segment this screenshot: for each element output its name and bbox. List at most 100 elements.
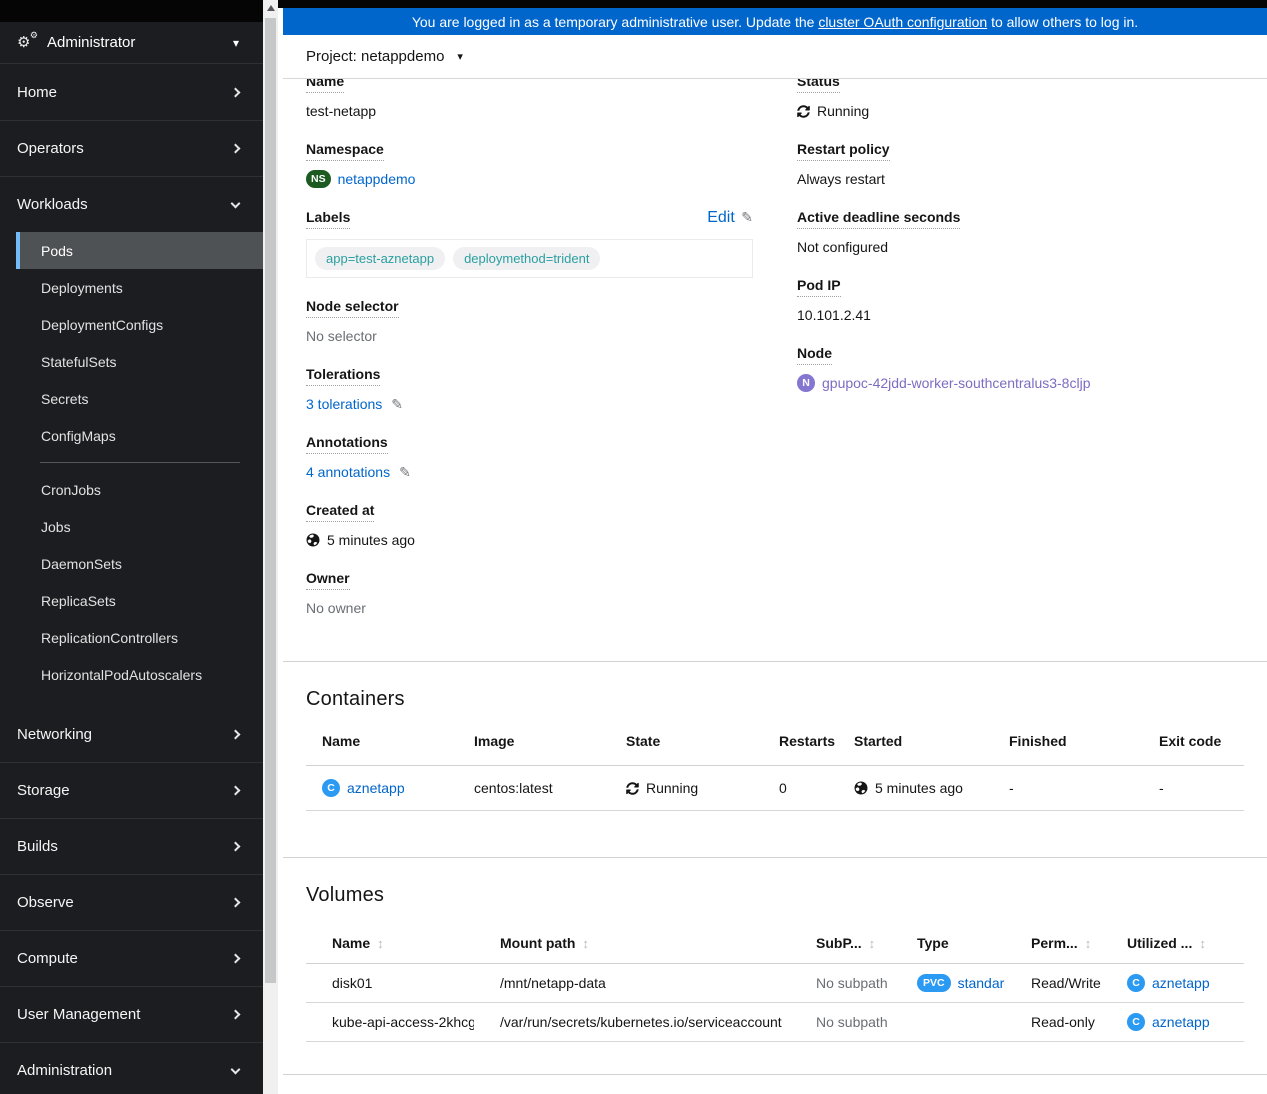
field-node-selector: Node selector No selector: [306, 298, 753, 346]
globe-icon: [306, 533, 320, 547]
node-label: Node: [797, 345, 832, 365]
status-value: Running: [817, 103, 870, 119]
sidebar-item-home[interactable]: Home: [0, 64, 263, 120]
col-permissions[interactable]: Perm... ↕: [1005, 925, 1101, 964]
sidebar-item-pods[interactable]: Pods: [16, 232, 263, 269]
details-right-column: Status Running Restart policy Always res…: [797, 73, 1244, 638]
field-active-deadline: Active deadline seconds Not configured: [797, 209, 1244, 257]
label-chip[interactable]: app=test-aznetapp: [315, 247, 446, 270]
openshift-console: ⚙ ⚙ Administrator ▾ Home Operators Worklo…: [0, 0, 1267, 1094]
annotations-link[interactable]: 4 annotations: [306, 462, 390, 482]
col-volume-name[interactable]: Name ↕: [306, 925, 474, 964]
label-chip[interactable]: deploymethod=trident: [453, 247, 601, 270]
sidebar-item-storage[interactable]: Storage: [0, 762, 263, 818]
containers-table: Name Image State Restarts Started Finish…: [306, 721, 1244, 811]
col-image: Image: [458, 721, 610, 766]
sort-icon[interactable]: ↕: [377, 936, 384, 951]
node-selector-label: Node selector: [306, 298, 399, 318]
sidebar-item-compute[interactable]: Compute: [0, 930, 263, 986]
sidebar-item-workloads[interactable]: Workloads: [0, 176, 263, 232]
volume-name: disk01: [306, 963, 474, 1003]
sidebar-item-replicationcontrollers[interactable]: ReplicationControllers: [0, 619, 263, 656]
node-selector-value: No selector: [306, 328, 377, 344]
scrollbar-thumb[interactable]: [265, 18, 276, 983]
sort-icon[interactable]: ↕: [582, 936, 589, 951]
container-link[interactable]: aznetapp: [1152, 1014, 1210, 1030]
sort-icon[interactable]: ↕: [1085, 936, 1092, 951]
col-started: Started: [838, 721, 993, 766]
chevron-right-icon: [230, 1009, 241, 1020]
node-badge: N: [797, 374, 815, 392]
pencil-icon[interactable]: ✎: [741, 209, 753, 225]
sidebar-item-replicasets[interactable]: ReplicaSets: [0, 582, 263, 619]
col-name: Name: [306, 721, 458, 766]
sync-icon: [797, 104, 810, 118]
sort-icon[interactable]: ↕: [869, 936, 876, 951]
pvc-badge: PVC: [917, 974, 951, 992]
col-finished: Finished: [993, 721, 1143, 766]
chevron-right-icon: [230, 87, 241, 97]
sidebar-item-deploymentconfigs[interactable]: DeploymentConfigs: [0, 306, 263, 343]
sort-icon[interactable]: ↕: [1199, 936, 1206, 951]
details-left-column: Name test-netapp Namespace NS netappdemo…: [306, 73, 753, 638]
node-link[interactable]: gpupoc-42jdd-worker-southcentralus3-8clj…: [822, 373, 1090, 393]
volume-row: kube-api-access-2khcg /var/run/secrets/k…: [306, 1002, 1244, 1042]
login-banner: You are logged in as a temporary adminis…: [283, 8, 1267, 35]
volume-mount-path: /mnt/netapp-data: [474, 963, 790, 1003]
labels-edit-button[interactable]: Edit: [707, 209, 735, 226]
oauth-config-link[interactable]: cluster OAuth configuration: [818, 14, 987, 30]
sidebar-top-strip: [0, 0, 263, 22]
field-tolerations: Tolerations 3 tolerations ✎: [306, 366, 753, 414]
col-restarts: Restarts: [763, 721, 838, 766]
pvc-link[interactable]: standard: [958, 975, 1005, 991]
container-link[interactable]: aznetapp: [1152, 975, 1210, 991]
field-pod-ip: Pod IP 10.101.2.41: [797, 277, 1244, 325]
container-image: centos:latest: [458, 765, 610, 811]
sidebar-item-statefulsets[interactable]: StatefulSets: [0, 343, 263, 380]
sidebar-item-administration[interactable]: Administration: [0, 1042, 263, 1094]
sidebar-item-cronjobs[interactable]: CronJobs: [0, 471, 263, 508]
chevron-right-icon: [230, 953, 241, 964]
sidebar-item-horizontalpodautoscalers[interactable]: HorizontalPodAutoscalers: [0, 656, 263, 693]
sidebar-item-configmaps[interactable]: ConfigMaps: [0, 417, 263, 454]
sync-icon: [626, 781, 639, 795]
volumes-title: Volumes: [306, 884, 385, 906]
perspective-switcher[interactable]: ⚙ ⚙ Administrator ▾: [0, 22, 263, 64]
tolerations-link[interactable]: 3 tolerations: [306, 394, 382, 414]
owner-value: No owner: [306, 600, 366, 616]
sidebar-nav-bottom: Networking Storage Builds Observe Comput…: [0, 706, 263, 1094]
sidebar-item-user-management[interactable]: User Management: [0, 986, 263, 1042]
vertical-scrollbar[interactable]: [263, 0, 278, 1094]
restart-policy-label: Restart policy: [797, 141, 890, 161]
pencil-icon[interactable]: ✎: [399, 462, 411, 482]
caret-down-icon: ▾: [457, 51, 463, 63]
sidebar-item-secrets[interactable]: Secrets: [0, 380, 263, 417]
sidebar-item-operators[interactable]: Operators: [0, 120, 263, 176]
pencil-icon[interactable]: ✎: [391, 394, 403, 414]
container-link[interactable]: aznetapp: [347, 780, 405, 796]
project-selector[interactable]: Project: netappdemo ▾: [283, 35, 1267, 79]
submenu-divider: [40, 462, 240, 463]
col-subpath[interactable]: SubP... ↕: [790, 925, 891, 964]
sidebar-item-deployments[interactable]: Deployments: [0, 269, 263, 306]
namespace-link[interactable]: netappdemo: [338, 169, 416, 189]
chevron-right-icon: [230, 897, 241, 908]
sidebar-item-jobs[interactable]: Jobs: [0, 508, 263, 545]
sidebar-item-builds[interactable]: Builds: [0, 818, 263, 874]
col-utilized[interactable]: Utilized ... ↕: [1101, 925, 1244, 964]
sidebar-item-daemonsets[interactable]: DaemonSets: [0, 545, 263, 582]
col-mount-path[interactable]: Mount path ↕: [474, 925, 790, 964]
pod-ip-label: Pod IP: [797, 277, 841, 297]
container-badge: C: [1127, 1013, 1145, 1031]
field-restart-policy: Restart policy Always restart: [797, 141, 1244, 189]
chevron-right-icon: [230, 143, 241, 154]
caret-down-icon: ▾: [232, 35, 239, 50]
volume-name: kube-api-access-2khcg: [306, 1002, 474, 1042]
active-deadline-value: Not configured: [797, 239, 889, 255]
created-at-label: Created at: [306, 502, 375, 522]
sidebar-item-networking[interactable]: Networking: [0, 706, 263, 762]
sidebar-item-observe[interactable]: Observe: [0, 874, 263, 930]
scroll-up-button[interactable]: [263, 0, 278, 16]
main-content: You are logged in as a temporary adminis…: [283, 0, 1267, 1094]
chevron-down-icon: [230, 198, 241, 208]
